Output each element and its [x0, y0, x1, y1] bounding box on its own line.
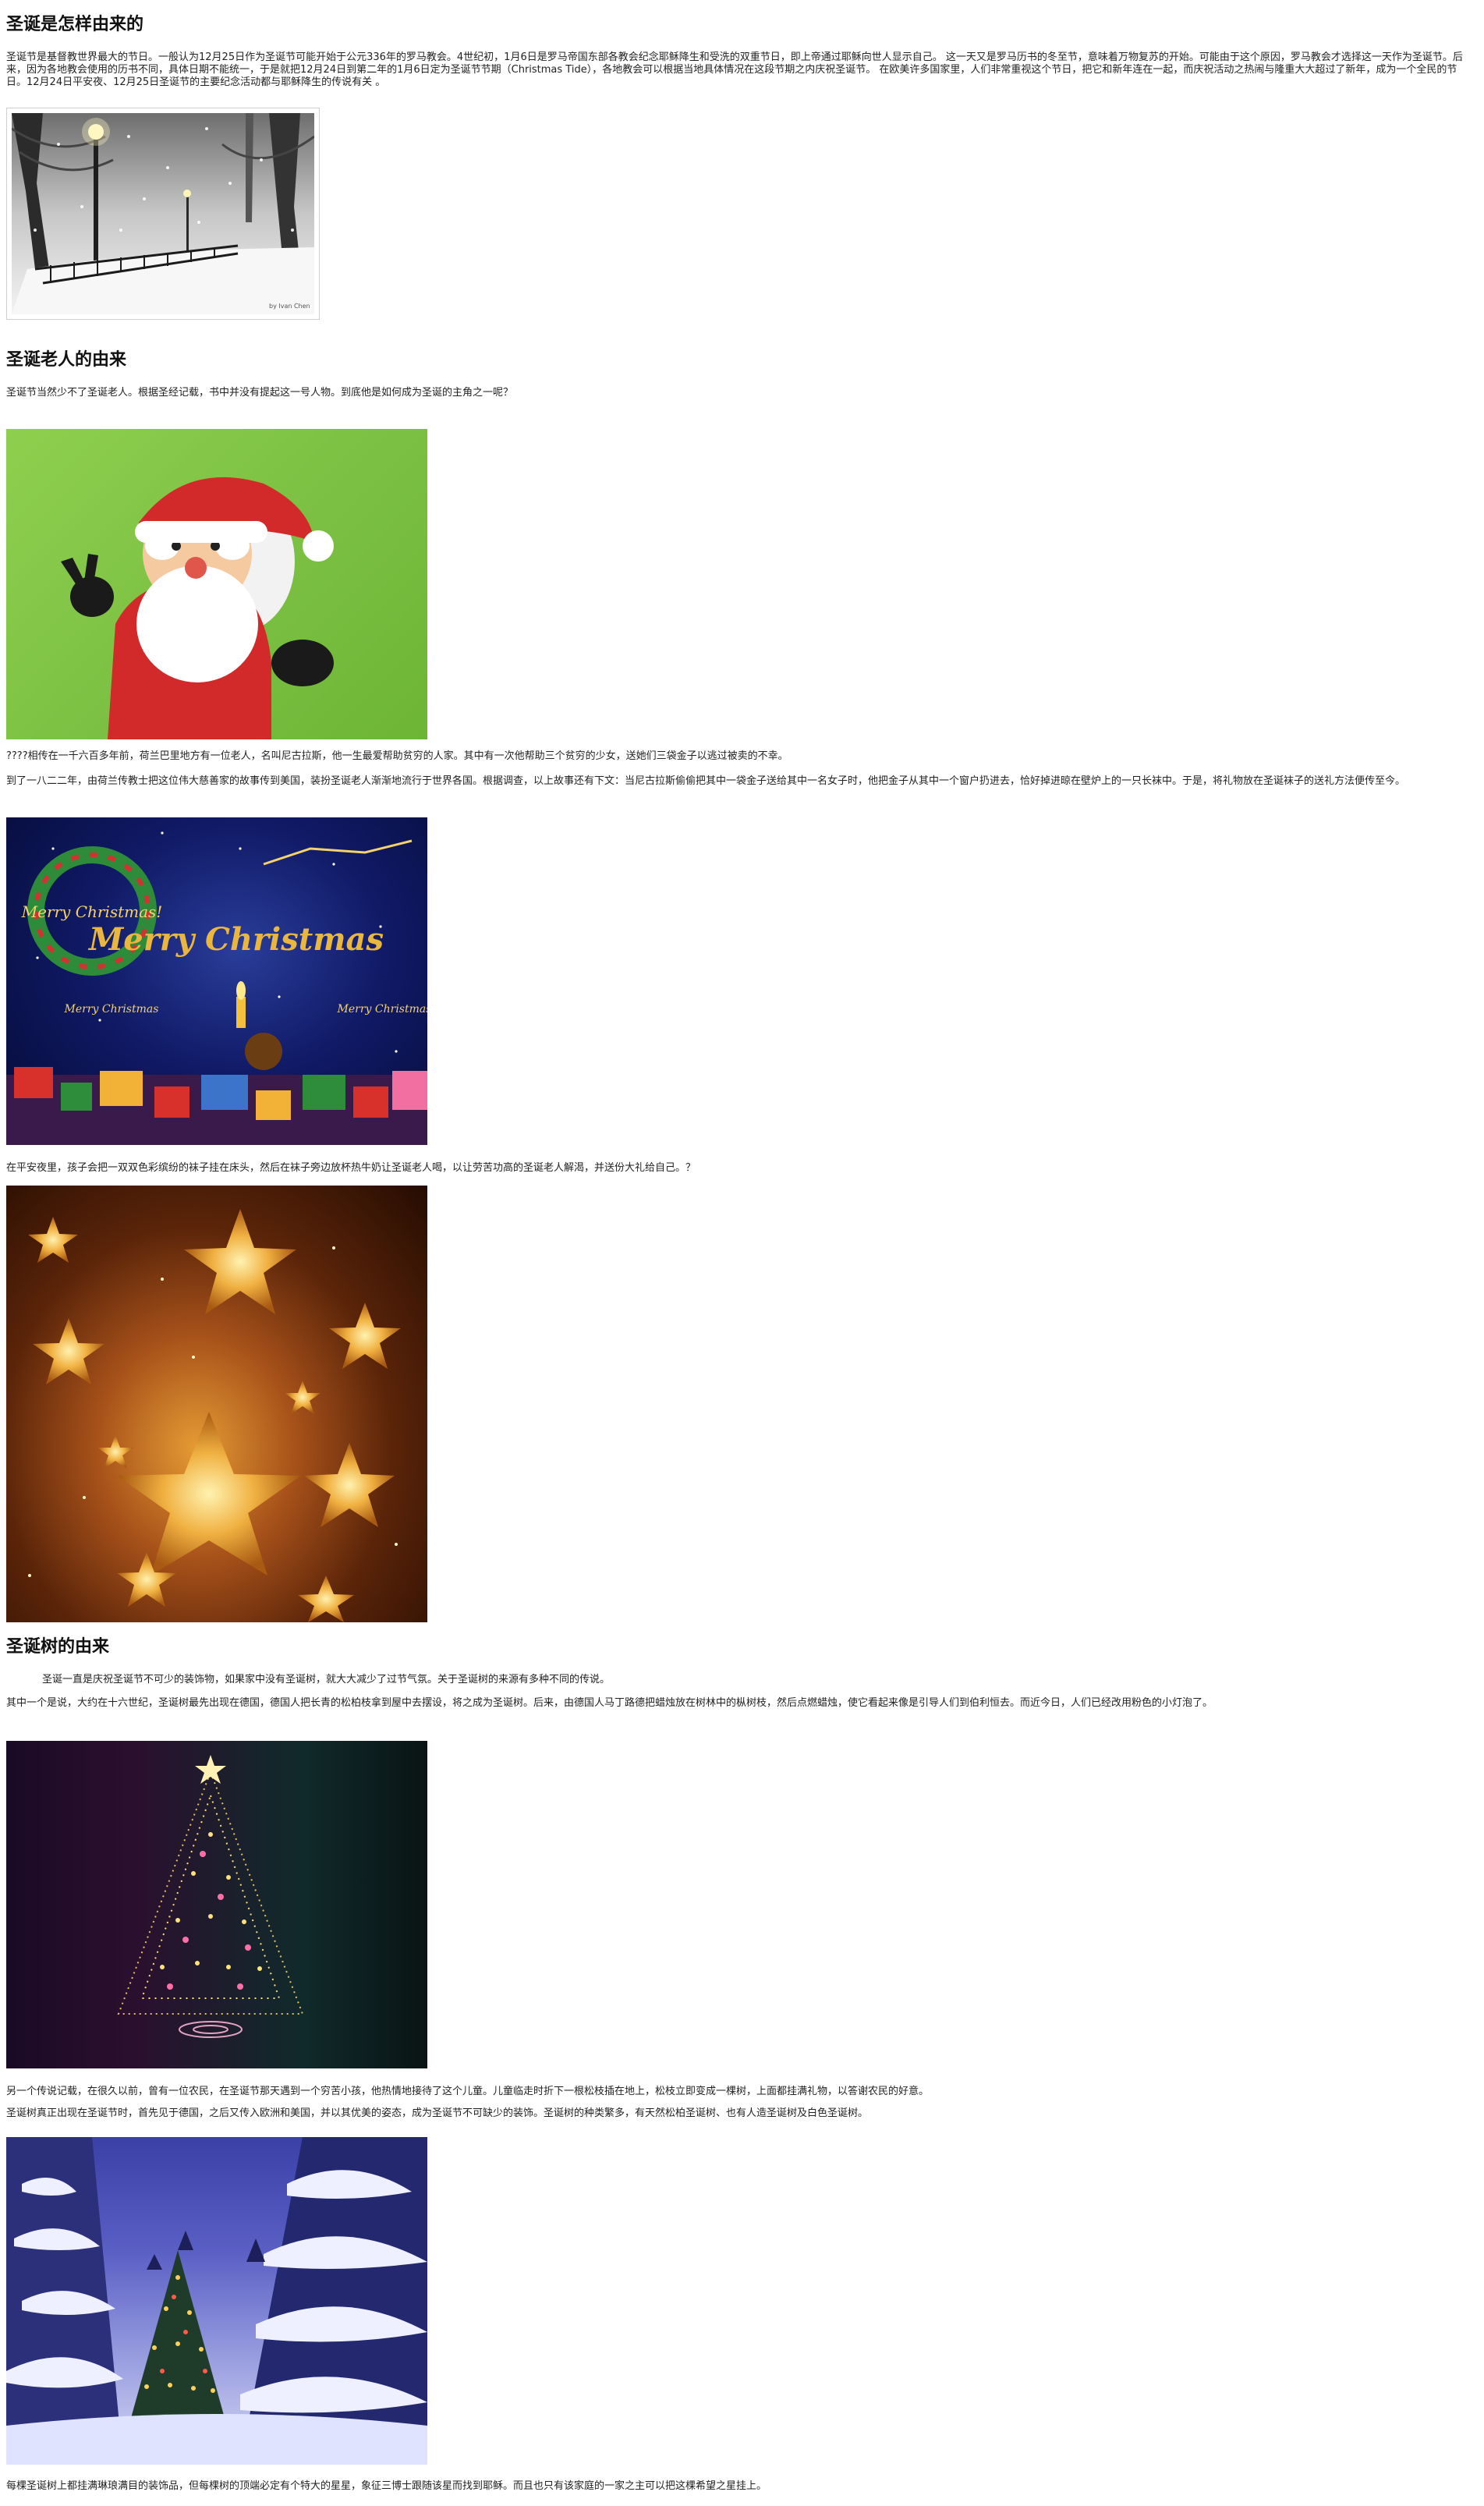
small-greeting-2: Merry Christmas — [337, 1003, 427, 1016]
main-greeting: Merry Christmas — [87, 921, 384, 958]
christmas-eve-paragraph: 在平安夜里，孩子会把一双双色彩缤纷的袜子挂在床头，然后在袜子旁边放杯热牛奶让圣诞… — [6, 1162, 696, 1174]
tree-germany-paragraph: 其中一个是说，大约在十六世纪，圣诞树最先出现在德国，德国人把长青的松柏枝拿到屋中… — [6, 1697, 1213, 1709]
wreath-greeting: Merry Christmas! — [21, 902, 163, 921]
section-title-tree: 圣诞树的由来 — [6, 1636, 110, 1657]
santa-intro-paragraph: 圣诞节当然少不了圣诞老人。根据圣经记载，书中并没有提起这一号人物。到底他是如何成… — [6, 387, 514, 399]
article-page: 圣诞是怎样由来的 圣诞节是基督教世界最大的节日。一般认为12月25日作为圣诞节可… — [0, 0, 1484, 2506]
snowy-park-photo: by Ivan Chen — [6, 108, 320, 320]
snowy-forest-tree-image — [6, 2137, 427, 2465]
golden-stars-image — [6, 1186, 427, 1622]
small-greeting-1: Merry Christmas — [64, 1003, 159, 1016]
photo-credit: by Ivan Chen — [269, 303, 310, 310]
tree-farmer-paragraph: 另一个传说记载，在很久以前，曾有一位农民，在圣诞节那天遇到一个穷苦小孩，他热情地… — [6, 2086, 930, 2097]
santa-legend-paragraph: ????相传在一千六百多年前，荷兰巴里地方有一位老人，名叫尼古拉斯，他一生最爱帮… — [6, 750, 788, 762]
merry-christmas-card: Merry Christmas! Merry Christmas Merry C… — [6, 817, 427, 1145]
section-title-santa: 圣诞老人的由来 — [6, 349, 127, 370]
santa-history-paragraph: 到了一八二二年，由荷兰传教士把这位伟大慈善家的故事传到美国，装扮圣诞老人渐渐地流… — [6, 775, 1406, 787]
santa-claus-image — [6, 429, 427, 739]
tree-spread-paragraph: 圣诞树真正出现在圣诞节时，首先见于德国，之后又传入欧洲和美国，并以其优美的姿态，… — [6, 2107, 869, 2119]
lit-christmas-tree-image — [6, 1741, 427, 2068]
section-title-origin: 圣诞是怎样由来的 — [6, 14, 144, 34]
origin-paragraph: 圣诞节是基督教世界最大的节日。一般认为12月25日作为圣诞节可能开始于公元336… — [6, 51, 1463, 88]
tree-star-paragraph: 每棵圣诞树上都挂满琳琅满目的装饰品，但每棵树的顶端必定有个特大的星星，象征三博士… — [6, 2480, 767, 2492]
tree-intro-paragraph: 圣诞一直是庆祝圣诞节不可少的装饰物，如果家中没有圣诞树，就大大减少了过节气氛。关… — [42, 1674, 611, 1685]
